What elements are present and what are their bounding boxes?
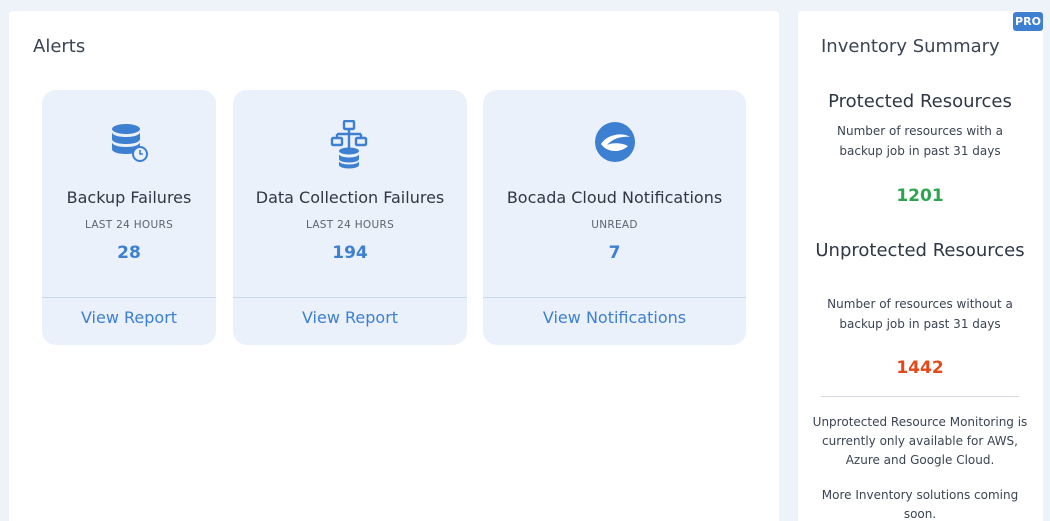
unprotected-monitoring-note: Unprotected Resource Monitoring is curre… xyxy=(812,415,1028,467)
network-database-icon xyxy=(233,120,467,169)
card-title: Backup Failures xyxy=(66,188,192,207)
alerts-title: Alerts xyxy=(33,36,86,57)
pro-badge: PRO xyxy=(1013,12,1043,31)
unprotected-resources-title: Unprotected Resources xyxy=(815,240,1025,261)
coming-soon-note: More Inventory solutions coming soon. xyxy=(821,488,1019,521)
card-subtitle: UNREAD xyxy=(591,219,638,231)
view-notifications-link[interactable]: View Notifications xyxy=(483,308,746,327)
dashboard-page: Alerts Backup Failures LAST 24 HOURS 28 … xyxy=(0,0,1050,521)
bocada-notifications-count[interactable]: 7 xyxy=(483,243,746,263)
alerts-panel: Alerts Backup Failures LAST 24 HOURS 28 … xyxy=(9,11,779,521)
card-divider xyxy=(42,297,216,298)
unprotected-resources-count[interactable]: 1442 xyxy=(812,358,1028,378)
backup-failures-count[interactable]: 28 xyxy=(42,243,216,263)
bocada-logo-icon xyxy=(483,120,746,168)
card-title: Data Collection Failures xyxy=(255,188,445,207)
inventory-summary-panel: Inventory Summary Protected Resources Nu… xyxy=(798,11,1043,521)
backup-failures-card: Backup Failures LAST 24 HOURS 28 View Re… xyxy=(42,90,216,345)
card-subtitle: LAST 24 HOURS xyxy=(84,219,174,231)
protected-resources-count[interactable]: 1201 xyxy=(812,186,1028,206)
view-report-link[interactable]: View Report xyxy=(42,308,216,327)
database-icon xyxy=(42,120,216,168)
card-divider xyxy=(233,297,467,298)
protected-resources-description: Number of resources with a backup job in… xyxy=(837,124,1003,158)
inventory-title: Inventory Summary xyxy=(821,36,1000,57)
protected-resources-title: Protected Resources xyxy=(828,91,1012,112)
card-divider xyxy=(483,297,746,298)
data-collection-failures-count[interactable]: 194 xyxy=(233,243,467,263)
card-title: Bocada Cloud Notifications xyxy=(506,188,723,207)
unprotected-resources-description: Number of resources without a backup job… xyxy=(827,297,1013,331)
data-collection-failures-card: Data Collection Failures LAST 24 HOURS 1… xyxy=(233,90,467,345)
bocada-cloud-notifications-card: Bocada Cloud Notifications UNREAD 7 View… xyxy=(483,90,746,345)
view-report-link[interactable]: View Report xyxy=(233,308,467,327)
inventory-divider xyxy=(821,396,1019,397)
card-subtitle: LAST 24 HOURS xyxy=(305,219,395,231)
